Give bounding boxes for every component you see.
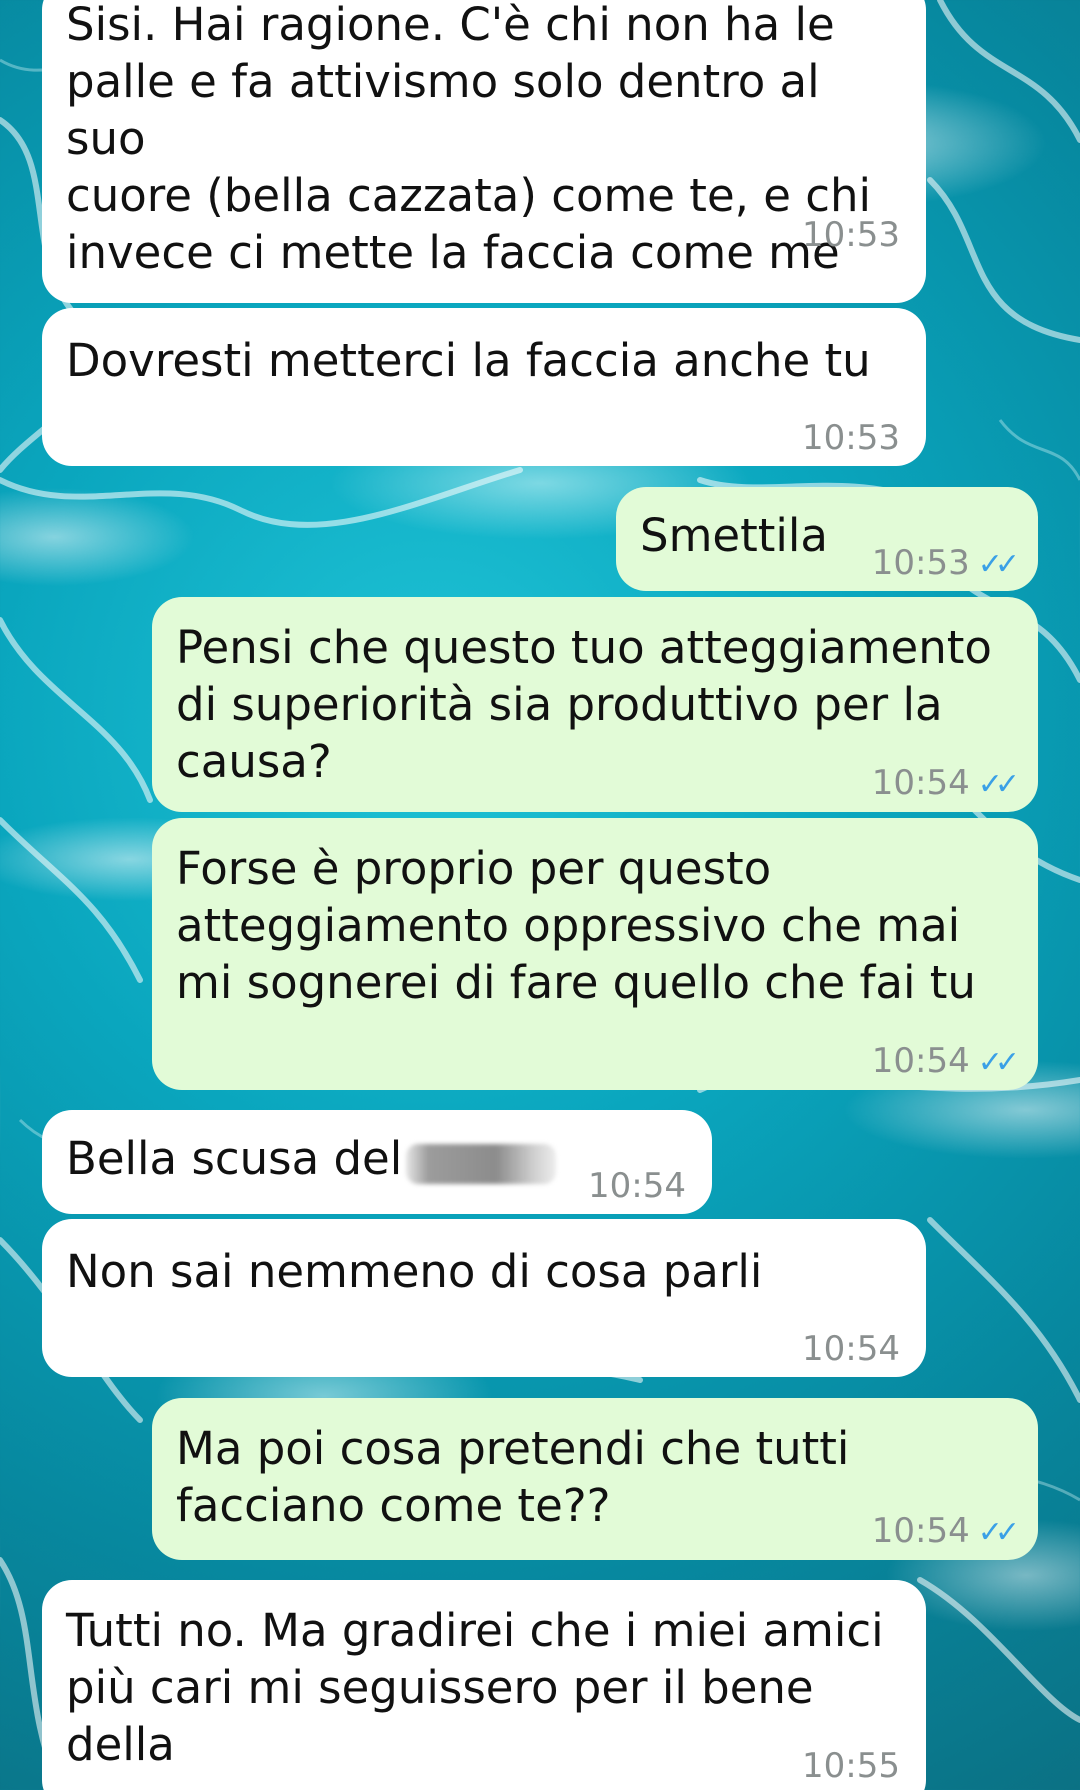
- message-timestamp: 10:53: [802, 410, 900, 467]
- time-label: 10:54: [871, 1041, 970, 1081]
- message-text: Tutti no. Ma gradirei che i miei amici p…: [66, 1604, 884, 1790]
- time-label: 10:54: [871, 763, 970, 803]
- message-bubble-incoming[interactable]: Bella scusa del 10:54: [42, 1110, 712, 1214]
- message-timestamp: 10:54 ✓✓: [871, 755, 1020, 813]
- time-label: 10:54: [802, 1329, 900, 1369]
- time-label: 10:54: [588, 1166, 686, 1206]
- read-double-check-icon: ✓✓: [977, 547, 1020, 582]
- message-bubble-incoming[interactable]: Sisi. Hai ragione. C'è chi non ha le pal…: [42, 0, 926, 303]
- message-text: Sisi. Hai ragione. C'è chi non ha le pal…: [66, 0, 871, 279]
- message-timestamp: 10:54: [588, 1158, 686, 1215]
- message-timestamp: 10:53 ✓✓: [871, 535, 1020, 593]
- read-double-check-icon: ✓✓: [977, 1515, 1020, 1550]
- message-text: Non sai nemmeno di cosa parli: [66, 1245, 763, 1298]
- message-bubble-outgoing[interactable]: Pensi che questo tuo atteggiamento di su…: [152, 597, 1038, 812]
- time-label: 10:53: [802, 215, 900, 255]
- message-bubble-incoming[interactable]: Dovresti metterci la faccia anche tu 10:…: [42, 308, 926, 466]
- time-label: 10:54: [871, 1511, 970, 1551]
- read-double-check-icon: ✓✓: [977, 767, 1020, 802]
- time-label: 10:53: [871, 543, 970, 583]
- message-timestamp: 10:54 ✓✓: [871, 1033, 1020, 1091]
- message-text: Dovresti metterci la faccia anche tu: [66, 334, 871, 387]
- message-timestamp: 10:54 ✓✓: [871, 1503, 1020, 1561]
- read-double-check-icon: ✓✓: [977, 1045, 1020, 1080]
- message-bubble-outgoing[interactable]: Ma poi cosa pretendi che tutti facciano …: [152, 1398, 1038, 1560]
- message-bubble-incoming[interactable]: Non sai nemmeno di cosa parli 10:54: [42, 1219, 926, 1377]
- message-bubble-outgoing[interactable]: Forse è proprio per questo atteggiamento…: [152, 818, 1038, 1090]
- time-label: 10:53: [802, 418, 900, 458]
- message-bubble-incoming[interactable]: Tutti no. Ma gradirei che i miei amici p…: [42, 1580, 926, 1790]
- message-timestamp: 10:54: [802, 1321, 900, 1378]
- message-text-content: Bella scusa del: [66, 1132, 403, 1185]
- time-label: 10:55: [802, 1746, 900, 1786]
- redacted-word: [406, 1144, 557, 1184]
- message-timestamp: 10:53: [802, 207, 900, 264]
- message-timestamp: 10:55: [802, 1738, 900, 1790]
- message-text: Forse è proprio per questo atteggiamento…: [176, 842, 976, 1009]
- message-bubble-outgoing[interactable]: Smettila 10:53 ✓✓: [616, 487, 1038, 591]
